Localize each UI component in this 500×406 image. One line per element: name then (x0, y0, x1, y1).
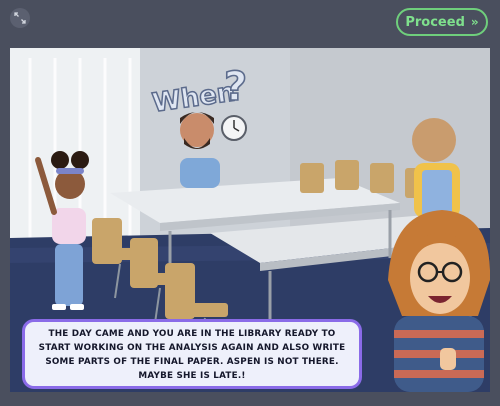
proceed-label: Proceed (405, 14, 465, 30)
expand-arrows-icon (14, 12, 26, 24)
question-mark: ? (224, 64, 247, 110)
top-toolbar: Proceed » (0, 0, 500, 48)
double-chevron-right-icon: » (470, 15, 479, 29)
expand-button[interactable] (10, 8, 30, 28)
proceed-button[interactable]: Proceed » (396, 8, 488, 36)
caption-text: THE DAY CAME AND YOU ARE IN THE LIBRARY … (38, 329, 346, 381)
story-caption: THE DAY CAME AND YOU ARE IN THE LIBRARY … (22, 319, 362, 389)
